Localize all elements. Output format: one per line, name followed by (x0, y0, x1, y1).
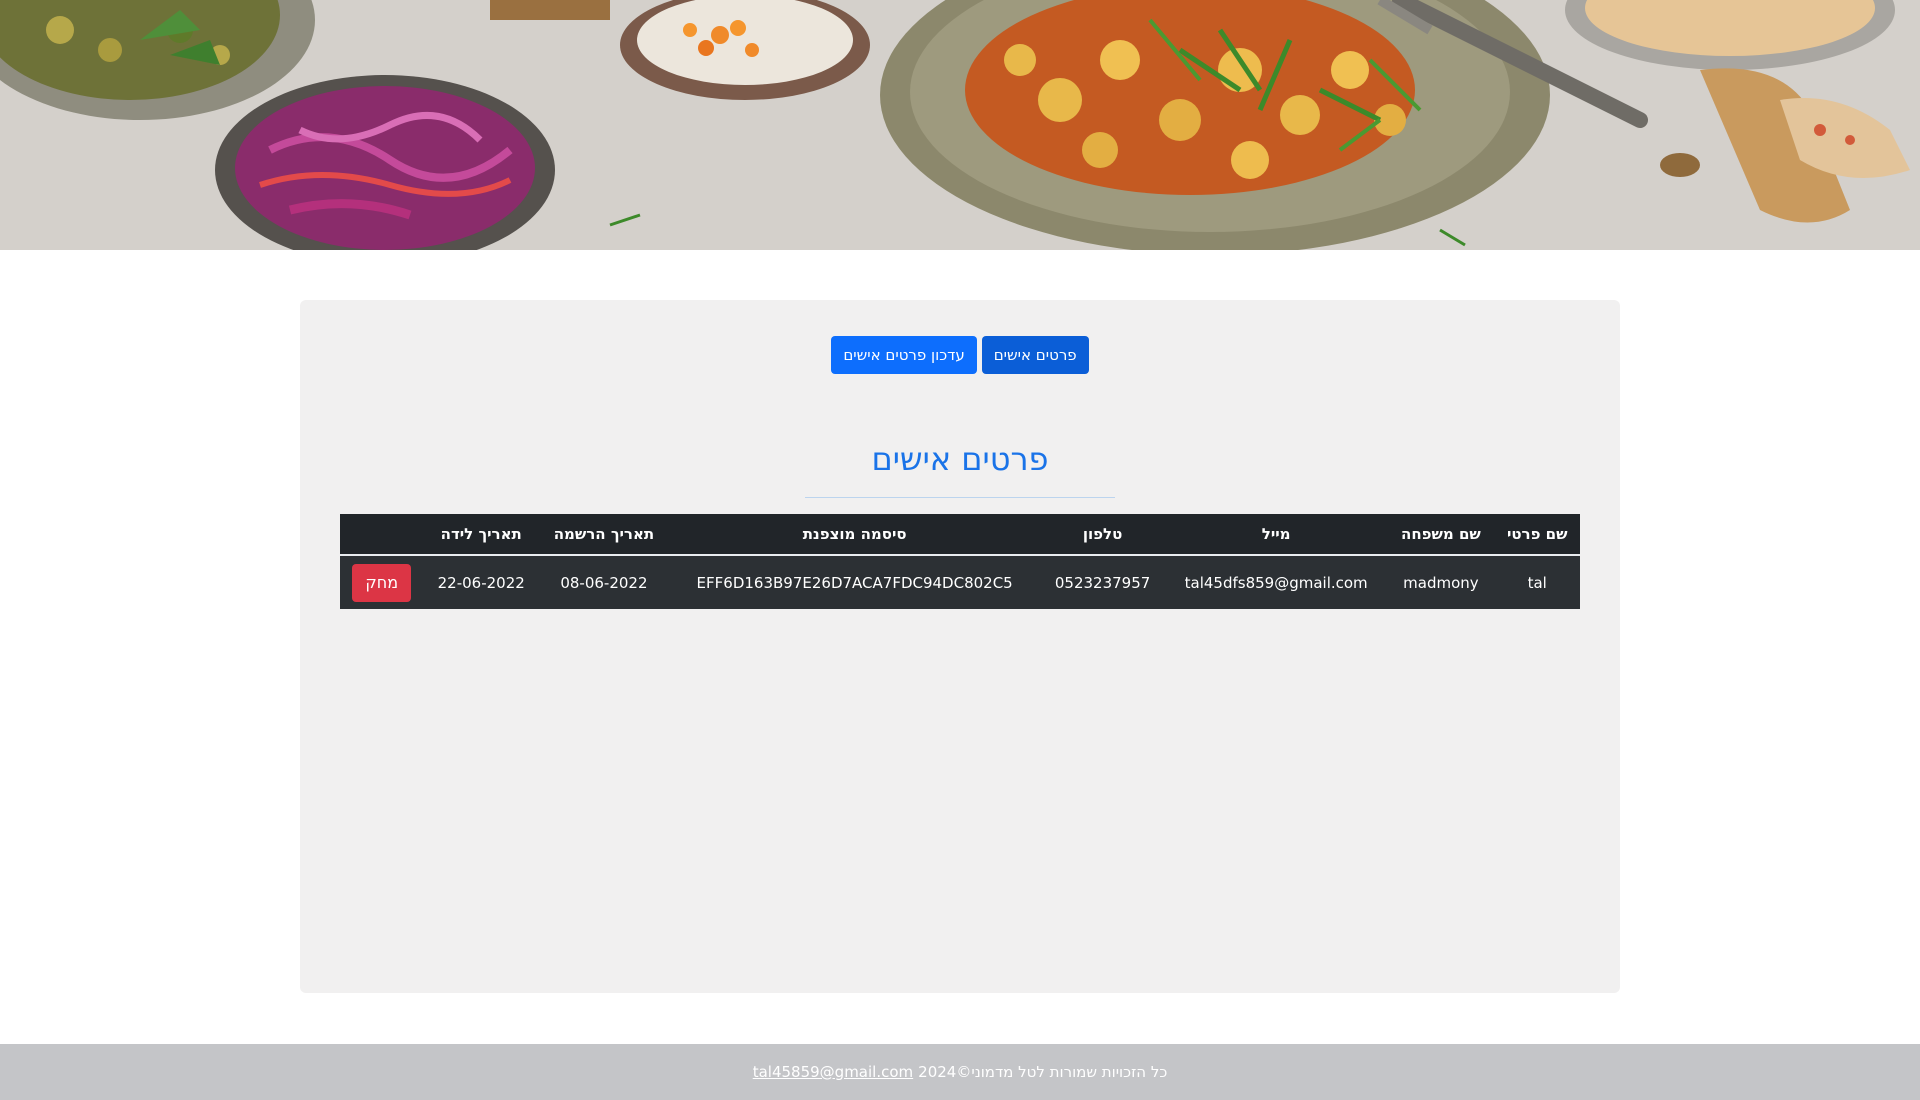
cell-last-name: madmony (1387, 555, 1495, 609)
title-divider (805, 497, 1115, 498)
header-email: מייל (1164, 514, 1388, 556)
cell-phone: 0523237957 (1040, 555, 1165, 609)
hero-banner-image (0, 0, 1920, 250)
header-phone: טלפון (1040, 514, 1165, 556)
header-registration-date: תאריך הרשמה (538, 514, 669, 556)
header-last-name: שם משפחה (1387, 514, 1495, 556)
delete-button[interactable]: מחק (352, 563, 412, 602)
nav-button-group: פרטים אישים עדכון פרטים אישים (300, 336, 1620, 374)
header-actions (340, 514, 424, 556)
cell-actions: מחק (340, 555, 424, 609)
header-birth-date: תאריך לידה (423, 514, 539, 556)
food-photo (0, 0, 1920, 250)
header-first-name: שם פרטי (1494, 514, 1580, 556)
cell-registration-date: 08-06-2022 (538, 555, 669, 609)
cell-password: EFF6D163B97E26D7ACA7FDC94DC802C5 (668, 555, 1041, 609)
cell-first-name: tal (1494, 555, 1580, 609)
cell-email: tal45dfs859@gmail.com (1164, 555, 1388, 609)
user-details-table: שם פרטי שם משפחה מייל טלפון סיסמה מוצפנת… (340, 514, 1580, 609)
table-header-row: שם פרטי שם משפחה מייל טלפון סיסמה מוצפנת… (340, 514, 1580, 556)
personal-details-card: פרטים אישים עדכון פרטים אישים פרטים אישי… (300, 300, 1620, 993)
page-title: פרטים אישים (871, 440, 1049, 478)
update-personal-details-button[interactable]: עדכון פרטים אישים (831, 336, 977, 374)
footer-email-link[interactable]: tal45859@gmail.com (753, 1063, 913, 1081)
footer: כל הזכויות שמורות לטל מדמוני©2024 tal458… (0, 1044, 1920, 1100)
header-password: סיסמה מוצפנת (668, 514, 1041, 556)
cell-birth-date: 22-06-2022 (423, 555, 539, 609)
table-row: tal madmony tal45dfs859@gmail.com 052323… (340, 555, 1580, 609)
personal-details-button[interactable]: פרטים אישים (981, 336, 1089, 374)
footer-copyright: כל הזכויות שמורות לטל מדמוני©2024 (918, 1063, 1168, 1081)
